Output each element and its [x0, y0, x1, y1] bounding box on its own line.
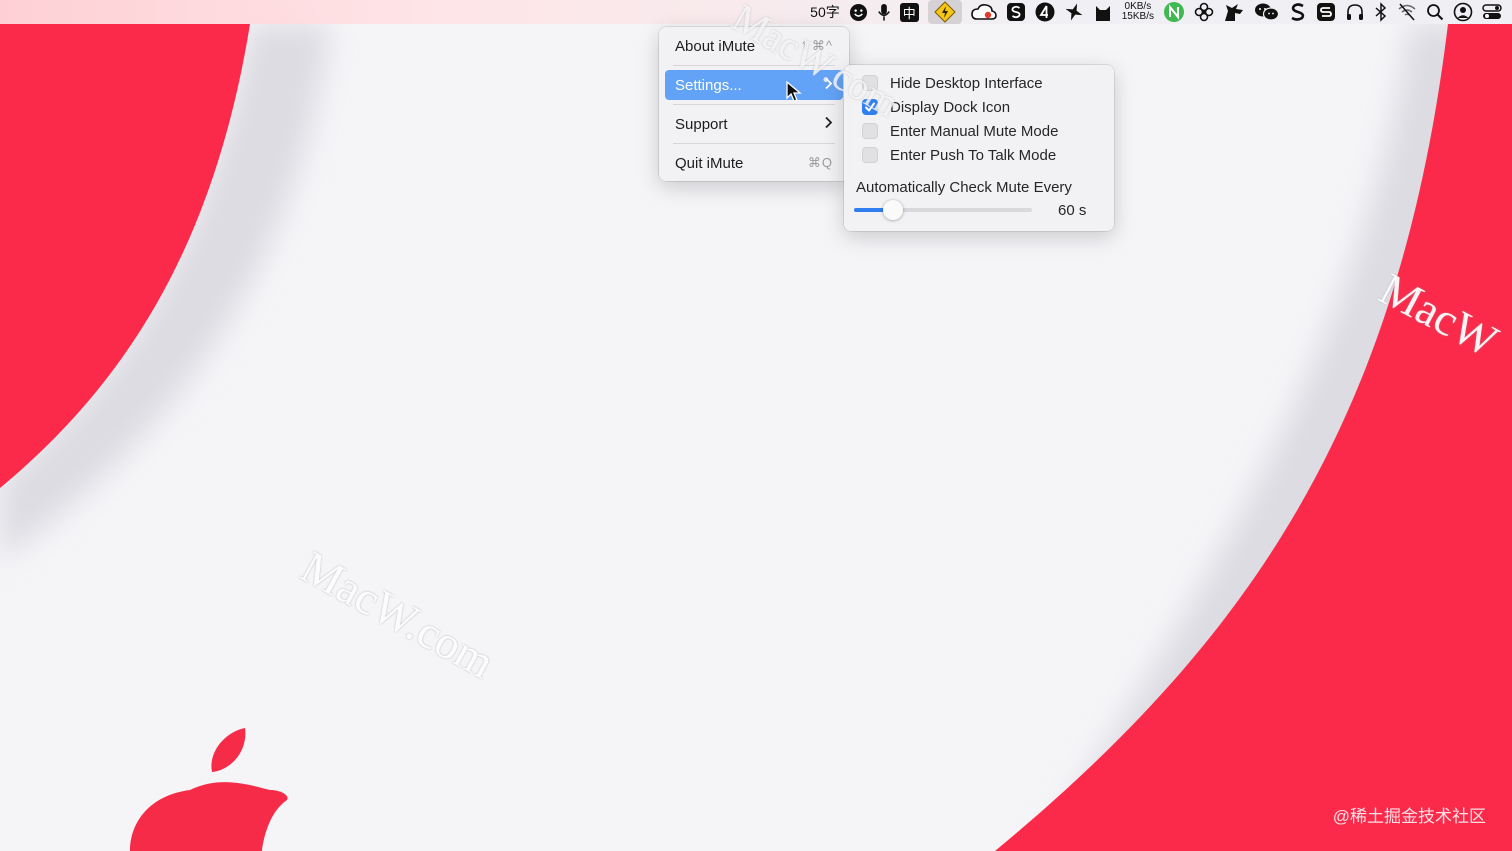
option-label: Display Dock Icon	[890, 98, 1011, 116]
mute-check-slider-row: 60 s	[844, 199, 1114, 221]
menu-item-label: Support	[675, 115, 728, 133]
n-badge-icon[interactable]	[1163, 0, 1185, 24]
imute-menu: About iMute ⇧⌘^ Settings... Support Quit…	[659, 27, 849, 181]
slider-knob[interactable]	[883, 200, 904, 220]
menu-item-label: Quit iMute	[675, 154, 744, 172]
credit-text: @稀土掘金技术社区	[1332, 807, 1486, 826]
settings-submenu: Hide Desktop Interface Display Dock Icon…	[844, 65, 1114, 231]
option-label: Hide Desktop Interface	[890, 74, 1043, 92]
menu-item-quit[interactable]: Quit iMute ⌘Q	[665, 148, 843, 178]
app-s-icon[interactable]	[1006, 0, 1026, 24]
cat-icon[interactable]	[1093, 0, 1113, 24]
checkbox[interactable]	[862, 75, 878, 91]
cloud-icon[interactable]	[970, 0, 997, 24]
option-push-to-talk-mode[interactable]: Enter Push To Talk Mode	[844, 143, 1114, 167]
menu-item-about[interactable]: About iMute ⇧⌘^	[665, 31, 843, 61]
control-center-icon[interactable]	[1482, 0, 1502, 24]
headphones-icon[interactable]	[1345, 0, 1365, 24]
menu-separator	[673, 104, 835, 105]
unicorn-icon[interactable]	[1223, 0, 1245, 24]
menu-bar: 50字 中 0KB/s 15KB/s	[0, 0, 1512, 24]
s-box-icon[interactable]	[1316, 0, 1336, 24]
ime-label: 中	[899, 2, 919, 22]
option-display-dock-icon[interactable]: Display Dock Icon	[844, 95, 1114, 119]
app-a-icon[interactable]	[1035, 0, 1055, 24]
wechat-icon[interactable]	[1254, 0, 1280, 24]
microphone-icon[interactable]	[877, 0, 891, 24]
ime-icon[interactable]: 中	[899, 0, 919, 24]
menu-item-shortcut: ⌘Q	[807, 155, 833, 170]
chevron-right-icon	[824, 116, 833, 132]
netspeed[interactable]: 0KB/s 15KB/s	[1122, 0, 1154, 24]
checkbox[interactable]	[862, 123, 878, 139]
menu-separator	[673, 65, 835, 66]
flower-icon[interactable]	[1194, 0, 1214, 24]
bluetooth-icon[interactable]	[1374, 0, 1388, 24]
word-count-indicator[interactable]: 50字	[810, 0, 840, 24]
mute-check-slider[interactable]	[854, 200, 1032, 220]
search-icon[interactable]	[1426, 0, 1444, 24]
checkmark-icon	[865, 102, 875, 112]
menu-item-support[interactable]: Support	[665, 109, 843, 139]
mouse-cursor-icon	[786, 81, 802, 102]
option-label: Enter Push To Talk Mode	[890, 146, 1057, 164]
slider-value: 60 s	[1058, 201, 1087, 219]
chevron-right-icon	[824, 77, 833, 93]
menu-item-settings[interactable]: Settings...	[665, 70, 843, 100]
checkbox[interactable]	[862, 147, 878, 163]
option-hide-desktop-interface[interactable]: Hide Desktop Interface	[844, 71, 1114, 95]
option-label: Enter Manual Mute Mode	[890, 122, 1059, 140]
option-manual-mute-mode[interactable]: Enter Manual Mute Mode	[844, 119, 1114, 143]
imute-icon[interactable]	[927, 0, 962, 24]
menu-item-label: About iMute	[675, 37, 756, 55]
spark-icon[interactable]	[1064, 0, 1084, 24]
user-icon[interactable]	[1453, 0, 1473, 24]
checkbox-checked[interactable]	[862, 99, 878, 115]
menu-item-label: Settings...	[675, 76, 742, 94]
net-download: 15KB/s	[1121, 11, 1154, 22]
smile-icon[interactable]	[849, 0, 868, 24]
menu-item-shortcut: ⇧⌘^	[800, 38, 833, 53]
slider-label: Automatically Check Mute Every	[856, 179, 1072, 196]
wifi-off-icon[interactable]	[1397, 0, 1417, 24]
s-logo-icon[interactable]	[1289, 0, 1307, 24]
menu-separator	[673, 143, 835, 144]
